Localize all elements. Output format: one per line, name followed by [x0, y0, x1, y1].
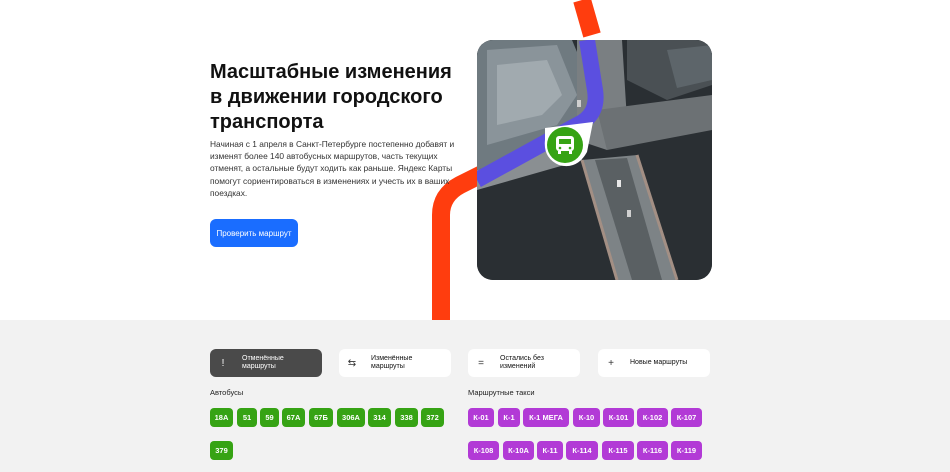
- route-chip-bus[interactable]: 306А: [337, 408, 365, 427]
- route-chip-taxi[interactable]: К-11: [537, 441, 563, 460]
- route-chip-taxi[interactable]: К-119: [671, 441, 702, 460]
- route-chip-bus[interactable]: 372: [421, 408, 444, 427]
- aerial-city-photo: [477, 40, 712, 280]
- route-chip-bus[interactable]: 314: [368, 408, 391, 427]
- route-chip-taxi[interactable]: К-101: [603, 408, 634, 427]
- tab-new-routes[interactable]: + Новые маршруты: [598, 349, 710, 377]
- route-chip-bus[interactable]: 67А: [282, 408, 305, 427]
- buses-label: Автобусы: [210, 388, 244, 397]
- tab-cancelled-routes[interactable]: ! Отменённые маршруты: [210, 349, 322, 377]
- taxis-label: Маршрутные такси: [468, 388, 535, 397]
- route-chip-bus[interactable]: 338: [395, 408, 418, 427]
- route-chip-taxi[interactable]: К-116: [637, 441, 668, 460]
- routes-section: ! Отменённые маршруты ⇆ Изменённые маршр…: [0, 320, 950, 472]
- route-chip-taxi[interactable]: К-114: [566, 441, 598, 460]
- tab-label: Новые маршруты: [630, 358, 688, 366]
- route-chip-taxi[interactable]: К-108: [468, 441, 499, 460]
- equals-icon: =: [478, 357, 484, 369]
- route-chip-bus[interactable]: 379: [210, 441, 233, 460]
- plus-icon: +: [608, 357, 614, 369]
- route-chip-bus[interactable]: 51: [237, 408, 257, 427]
- route-chip-taxi[interactable]: К-10А: [503, 441, 534, 460]
- page-title: Масштабные изменения в движении городско…: [210, 61, 452, 133]
- route-chip-bus[interactable]: 18А: [210, 408, 233, 427]
- route-line-decoration: [432, 0, 601, 320]
- tab-label: Изменённые маршруты: [371, 354, 413, 371]
- route-chip-bus[interactable]: 67Б: [309, 408, 333, 427]
- hero-section: Масштабные изменения в движении городско…: [0, 0, 950, 320]
- hero-description: Начиная с 1 апреля в Санкт-Петербурге по…: [210, 139, 455, 198]
- route-chip-taxi[interactable]: К-10: [573, 408, 600, 427]
- tab-unchanged-routes[interactable]: = Остались без изменений: [468, 349, 580, 377]
- route-chip-taxi[interactable]: К-115: [602, 441, 634, 460]
- exclamation-icon: !: [221, 357, 225, 369]
- route-chip-taxi[interactable]: К-1: [498, 408, 520, 427]
- tab-label: Остались без изменений: [500, 354, 544, 371]
- route-chip-taxi[interactable]: К-01: [468, 408, 494, 427]
- route-chip-bus[interactable]: 59: [260, 408, 279, 427]
- check-route-button[interactable]: Проверить маршрут: [210, 219, 298, 247]
- route-chip-taxi[interactable]: К-102: [637, 408, 668, 427]
- tab-label: Отменённые маршруты: [242, 354, 284, 371]
- route-chip-taxi[interactable]: К-107: [671, 408, 702, 427]
- route-chip-taxi[interactable]: К-1 МЕГА: [523, 408, 569, 427]
- swap-arrows-icon: ⇆: [347, 357, 357, 369]
- tab-changed-routes[interactable]: ⇆ Изменённые маршруты: [339, 349, 451, 377]
